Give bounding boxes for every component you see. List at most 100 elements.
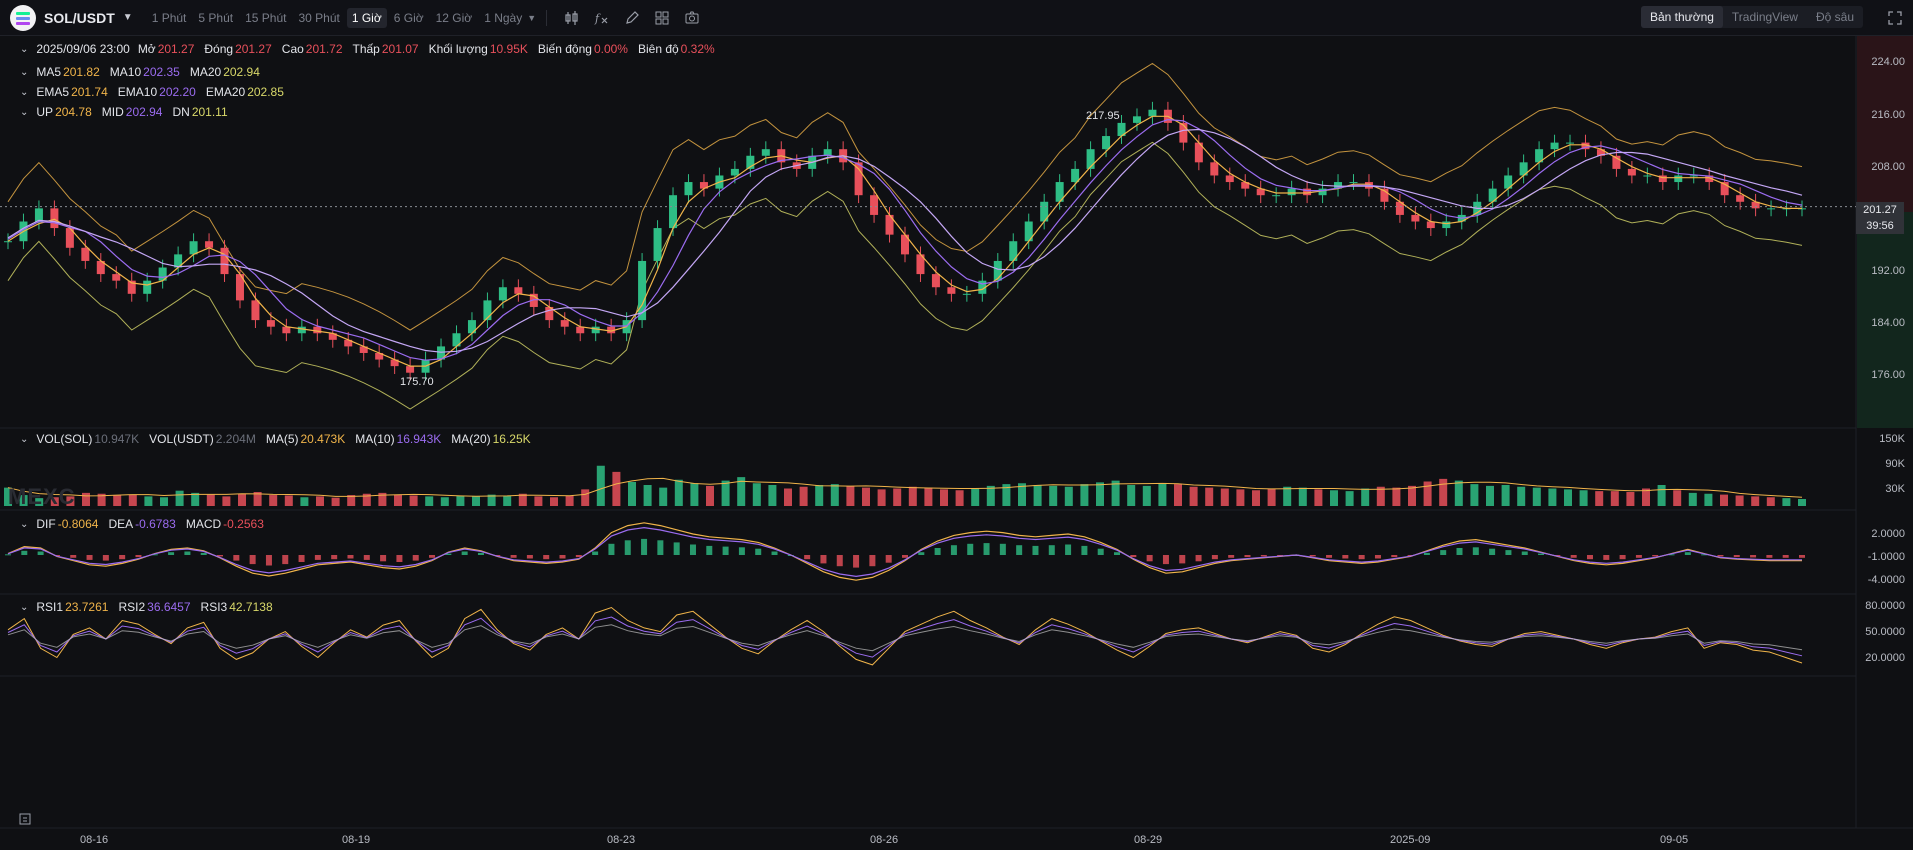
timeframe-1m[interactable]: 1 Phút — [147, 8, 192, 28]
candle-body — [730, 168, 739, 176]
volume-bar — [1236, 489, 1245, 506]
sol-logo-icon — [10, 4, 36, 31]
macd-histogram-bar — [804, 555, 811, 560]
volume-bar — [846, 485, 855, 506]
candle-body — [220, 247, 229, 275]
candle-body — [591, 326, 600, 334]
dif-label: DIF — [36, 517, 56, 531]
timeframe-dropdown-icon[interactable]: ▼ — [527, 13, 536, 23]
symbol-selector[interactable]: SOL/USDT — [44, 10, 115, 26]
rsi1-label: RSI1 — [36, 600, 64, 614]
macd-histogram-bar — [624, 540, 631, 555]
collapse-chevron-icon[interactable]: ⌄ — [20, 434, 28, 445]
y-axis: 224.00 216.00 208.00 192.00 184.00 176.0… — [1856, 36, 1913, 850]
boll-dn-label: DN — [172, 105, 190, 119]
macd-histogram-bar — [119, 555, 126, 560]
ema5-label: EMA5 — [36, 85, 70, 99]
macd-histogram-bar — [168, 552, 175, 555]
macd-histogram-bar — [673, 542, 680, 555]
volume-bar — [1314, 489, 1323, 506]
draw-icon[interactable] — [621, 7, 643, 29]
volume-bar — [1564, 489, 1572, 506]
candle-body — [931, 274, 940, 288]
boll-legend: ⌄ UP 204.78 MID 202.94 DN 201.11 — [20, 105, 238, 119]
vol-sol-label: VOL(SOL) — [36, 432, 93, 446]
macd-histogram-bar — [135, 555, 142, 558]
x-tick: 08-16 — [80, 834, 109, 846]
volume-bar — [425, 496, 434, 506]
volume-bar — [1766, 497, 1775, 506]
volume-bar — [1657, 485, 1666, 506]
volume-bar — [1064, 486, 1073, 506]
volume-bar — [394, 494, 402, 506]
volume-bar — [1751, 496, 1760, 506]
macd-histogram-bar — [934, 548, 941, 555]
timeframe-6h[interactable]: 6 Giờ — [389, 8, 429, 28]
timeframe-15m[interactable]: 15 Phút — [240, 8, 291, 28]
collapse-chevron-icon[interactable]: ⌄ — [20, 519, 28, 530]
volume-bar — [284, 495, 293, 506]
indicator-icon[interactable]: f — [591, 7, 613, 29]
boll-mid-label: MID — [101, 105, 124, 119]
macd-histogram-bar — [1423, 552, 1430, 555]
collapse-chevron-icon[interactable]: ⌄ — [20, 67, 28, 78]
x-tick: 09-05 — [1660, 834, 1689, 846]
volume-bar — [877, 489, 886, 506]
macd-histogram-bar — [380, 555, 387, 562]
volume-bar — [1096, 482, 1104, 506]
y-tick: 80.0000 — [1865, 600, 1905, 612]
ma5-label: MA5 — [36, 65, 62, 79]
volume-bar — [1142, 485, 1151, 506]
view-standard[interactable]: Bản thường — [1640, 6, 1723, 28]
macd-histogram-bar — [347, 555, 354, 559]
timeframe-30m[interactable]: 30 Phút — [293, 8, 344, 28]
view-depth[interactable]: Độ sâu — [1807, 6, 1863, 28]
screenshot-tool-icon[interactable] — [18, 812, 34, 828]
collapse-chevron-icon[interactable]: ⌄ — [20, 602, 28, 613]
candle-body — [1225, 175, 1234, 183]
svg-text:f: f — [594, 12, 601, 25]
timeframe-1h[interactable]: 1 Giờ — [346, 7, 387, 28]
collapse-chevron-icon[interactable]: ⌄ — [20, 87, 28, 98]
view-tradingview[interactable]: TradingView — [1723, 6, 1807, 28]
candle-body — [498, 287, 507, 301]
volume-bar — [862, 487, 870, 506]
volume-bar — [144, 496, 153, 506]
macd-histogram-bar — [298, 555, 305, 562]
camera-icon[interactable] — [681, 7, 703, 29]
macd-histogram-bar — [1195, 555, 1202, 562]
collapse-chevron-icon[interactable]: ⌄ — [20, 44, 28, 55]
timeframe-5m[interactable]: 5 Phút — [193, 8, 238, 28]
volume-bar — [581, 489, 590, 506]
volume-bar — [1439, 478, 1448, 506]
volume-bar — [924, 487, 933, 506]
volume-bar — [456, 495, 465, 506]
fullscreen-icon[interactable] — [1887, 10, 1903, 26]
volume-bar — [1220, 488, 1229, 506]
chart-area[interactable]: MEXC ⌄ 2025/09/06 23:00 Mở 201.27 Đóng 2… — [0, 36, 1913, 850]
timeframe-1d[interactable]: 1 Ngày — [479, 8, 527, 28]
macd-histogram-bar — [1538, 553, 1545, 555]
macd-histogram-bar — [412, 555, 419, 561]
candle-body — [112, 274, 121, 281]
boll-upper-line — [7, 62, 1803, 331]
y-tick: 30K — [1885, 483, 1905, 495]
volume-bar — [1174, 484, 1182, 506]
macd-histogram-bar — [1505, 550, 1512, 555]
timeframe-12h[interactable]: 12 Giờ — [431, 8, 478, 28]
candle-body — [870, 195, 879, 215]
x-tick: 08-29 — [1134, 834, 1163, 846]
macd-histogram-bar — [869, 555, 876, 567]
macd-histogram-bar — [1260, 555, 1267, 557]
layout-icon[interactable] — [651, 7, 673, 29]
macd-histogram-bar — [1766, 555, 1773, 558]
collapse-chevron-icon[interactable]: ⌄ — [20, 107, 28, 118]
volume-bar — [721, 480, 730, 506]
volume-bar — [1392, 487, 1401, 506]
volume-bar — [222, 496, 231, 506]
macd-histogram-bar — [1081, 545, 1088, 555]
candle-type-icon[interactable] — [561, 7, 583, 29]
symbol-dropdown-icon[interactable]: ▼ — [123, 12, 133, 23]
y-tick: 50.0000 — [1865, 626, 1905, 638]
volume-bar — [971, 488, 980, 506]
